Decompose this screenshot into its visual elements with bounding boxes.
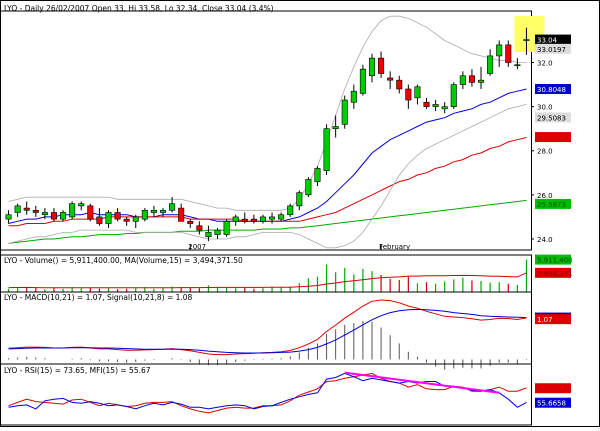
- candle-body: [196, 225, 203, 231]
- value-tag-text-rsi-mfi-0: 73.6515: [537, 385, 566, 393]
- candle-body: [496, 44, 503, 57]
- candle-body: [296, 192, 303, 207]
- candle-body: [350, 90, 357, 103]
- value-tag-text-rsi-mfi-1: 55.6658: [537, 400, 566, 408]
- candle-body: [32, 209, 39, 213]
- candle-body: [223, 221, 230, 235]
- candle-body: [441, 106, 448, 110]
- candle-body: [141, 209, 148, 220]
- chart-svg: 24.0 26.0 28.0 30.0 32.0 2007 February LYO - Da…: [0, 0, 600, 427]
- candle-body: [305, 179, 312, 196]
- candle-body: [387, 77, 394, 81]
- candle-body: [214, 229, 221, 235]
- value-tag-text-price-2: 30.8048: [537, 86, 566, 94]
- y-tick-label-3: 30.0: [537, 104, 553, 112]
- candle-body: [477, 79, 485, 83]
- candle-body: [41, 212, 48, 216]
- candle-body: [278, 214, 285, 220]
- y-tick-label-2: 28.0: [537, 148, 553, 156]
- candle-body: [14, 205, 21, 213]
- candle-body: [96, 216, 103, 224]
- candle-body: [450, 84, 457, 107]
- stock-chart: 24.0 26.0 28.0 30.0 32.0 2007 February LYO - Da…: [0, 0, 600, 427]
- value-tag-text-price-3: 29.5083: [537, 114, 566, 122]
- candle-body: [432, 104, 439, 107]
- price-header: LYO - Daily 26/02/2007 Open 33, Hi 33.58…: [4, 4, 274, 13]
- y-tick-label-4: 32.0: [537, 60, 553, 68]
- candle-body: [459, 75, 466, 85]
- macd-header: LYO - MACD(10,21) = 1.07, Signal(10,21,8…: [4, 293, 193, 302]
- candle-body: [50, 212, 57, 220]
- candle-body: [114, 212, 121, 220]
- candle-body: [159, 209, 167, 213]
- y-tick-label-1: 26.0: [537, 192, 553, 200]
- value-tag-text-price-5: 25.5873: [537, 201, 566, 209]
- candle-body: [287, 205, 294, 216]
- y-tick-label-0: 24.0: [537, 236, 553, 244]
- candle-body: [123, 218, 130, 222]
- candle-body: [69, 203, 76, 218]
- candle-body: [232, 216, 239, 222]
- candle-body: [78, 203, 85, 207]
- value-tag-text-volume-0: 5,911,400: [537, 257, 573, 265]
- candle-body: [87, 205, 94, 220]
- volume-header: LYO - Volume() = 5,911,400.00, MA(Volume…: [4, 256, 243, 265]
- x-tick-label-1: February: [379, 243, 410, 251]
- candle-body: [5, 214, 12, 220]
- rsi-mfi-header: LYO - RSI(15) = 73.65, MFI(15) = 55.67: [4, 366, 151, 375]
- candle-body: [241, 218, 248, 222]
- value-tag-text-price-1: 33.0197: [537, 46, 566, 54]
- candle-body: [314, 168, 321, 182]
- candle-body: [487, 55, 494, 74]
- candle-body: [368, 57, 376, 77]
- value-tag-text-macd-1: 1.07: [537, 316, 553, 324]
- candle-body: [169, 203, 176, 211]
- candle-body: [105, 212, 112, 224]
- candle-body: [178, 207, 185, 222]
- value-tag-text-price-4: 28.6198: [537, 134, 566, 142]
- candle-body: [187, 221, 194, 224]
- candle-body: [359, 68, 366, 94]
- candle-body: [205, 232, 212, 238]
- candle-body: [60, 212, 67, 220]
- candle-body: [378, 57, 385, 74]
- candle-body: [132, 216, 139, 222]
- candle-body: [341, 99, 348, 125]
- candle-body: [250, 218, 257, 222]
- candle-body: [259, 216, 266, 222]
- candle-body: [396, 79, 403, 90]
- candle-body: [423, 101, 430, 107]
- candle-body: [150, 209, 157, 213]
- value-tag-text-price-0: 33.04: [537, 37, 558, 45]
- candle-body: [523, 39, 530, 41]
- candle-body: [323, 128, 330, 171]
- candle-body: [405, 88, 412, 101]
- x-tick-label-0: 2007: [188, 243, 206, 251]
- value-tag-text-volume-1: 3,494,371: [537, 270, 573, 278]
- candle-body: [468, 75, 475, 83]
- candle-body: [269, 216, 276, 220]
- candle-body: [332, 126, 339, 129]
- candle-body: [514, 64, 521, 67]
- candle-body: [505, 44, 512, 63]
- candle-body: [414, 86, 421, 99]
- candle-body: [23, 207, 30, 211]
